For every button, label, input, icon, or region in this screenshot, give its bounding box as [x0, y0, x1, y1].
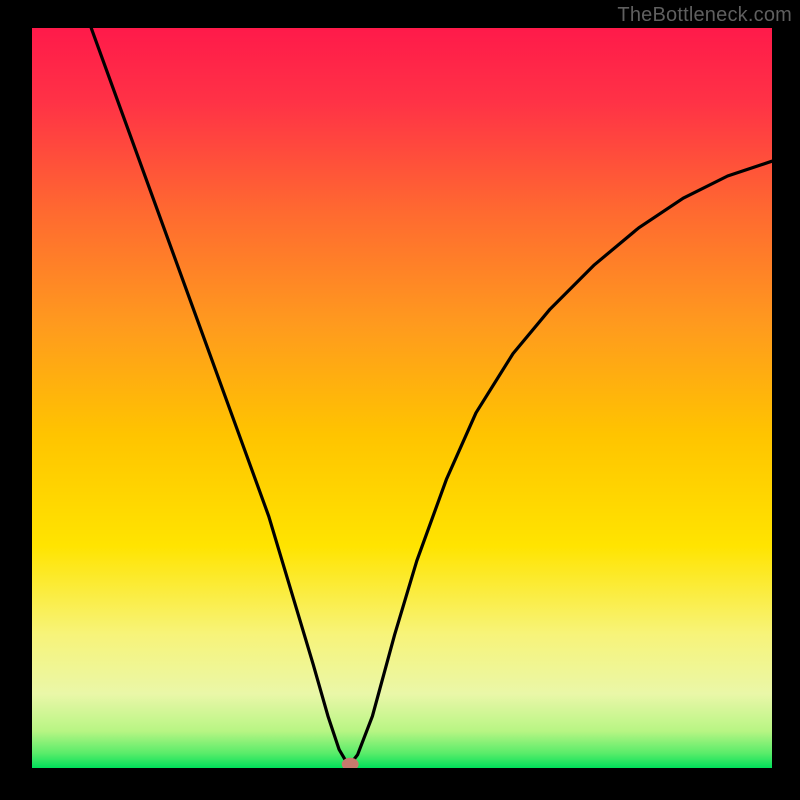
watermark-text: TheBottleneck.com	[617, 4, 792, 27]
chart-svg	[32, 28, 772, 768]
gradient-background	[32, 28, 772, 768]
chart-container: TheBottleneck.com	[0, 0, 800, 800]
curve-marker-dot	[342, 758, 358, 768]
plot-area	[32, 28, 772, 768]
